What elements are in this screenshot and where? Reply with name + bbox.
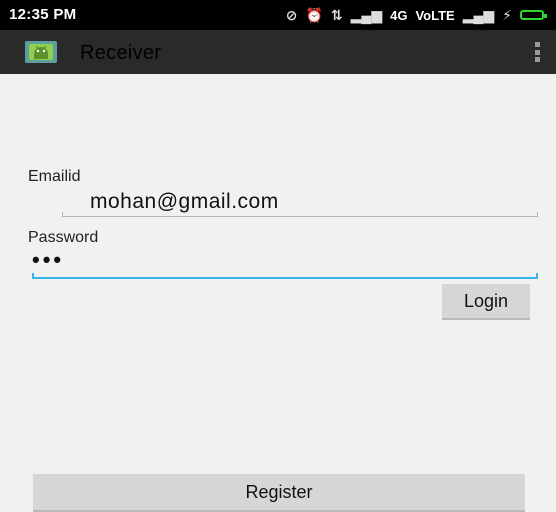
charging-icon: ⚡	[502, 6, 512, 23]
overflow-menu-icon[interactable]	[534, 42, 540, 62]
android-app-icon	[25, 41, 57, 63]
app-title: Receiver	[80, 42, 162, 64]
signal-icon: ▂▄▆	[350, 6, 383, 23]
alarm-icon: ⏰	[305, 6, 323, 23]
data-transfer-icon: ⇅	[330, 6, 343, 23]
signal-icon-2: ▂▄▆	[462, 6, 495, 23]
email-value: mohan@gmail.com	[90, 190, 279, 213]
login-button[interactable]: Login	[442, 284, 530, 320]
password-field[interactable]: •••	[32, 247, 538, 279]
status-indicators: ⊘ ⏰ ⇅ ▂▄▆ 4G VoLTE ▂▄▆ ⚡	[285, 5, 547, 25]
password-value: •••	[32, 247, 65, 272]
email-label: Emailid	[28, 168, 81, 185]
mute-icon: ⊘	[285, 6, 298, 23]
volte-label: VoLTE	[415, 7, 455, 23]
register-button[interactable]: Register	[33, 474, 525, 512]
email-field[interactable]: mohan@gmail.com	[62, 190, 538, 217]
status-time: 12:35 PM	[9, 6, 77, 23]
network-type-label: 4G	[390, 7, 408, 23]
battery-icon	[520, 10, 547, 20]
status-bar: 12:35 PM ⊘ ⏰ ⇅ ▂▄▆ 4G VoLTE ▂▄▆ ⚡	[0, 0, 556, 30]
password-label: Password	[28, 229, 99, 246]
